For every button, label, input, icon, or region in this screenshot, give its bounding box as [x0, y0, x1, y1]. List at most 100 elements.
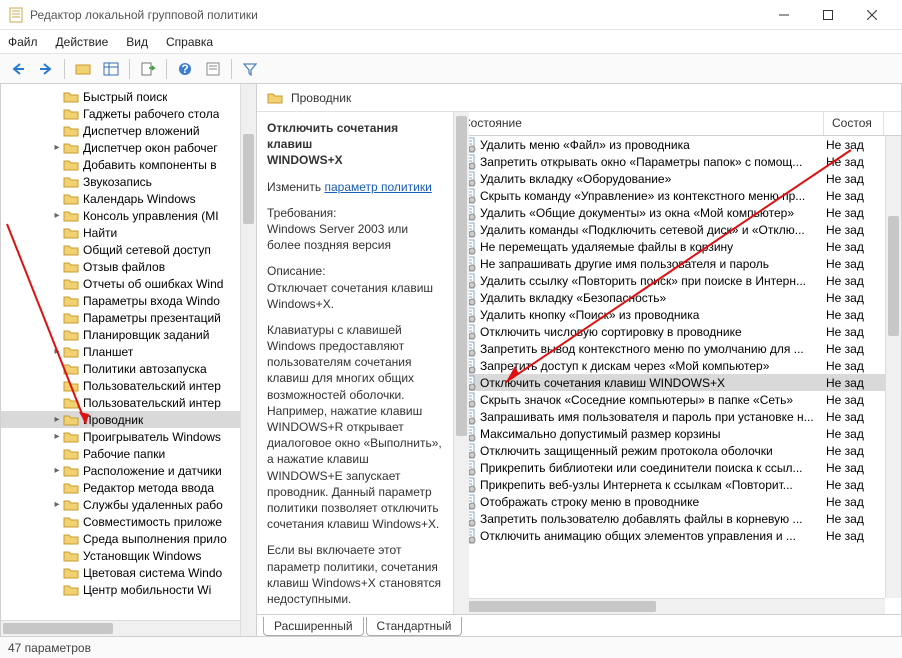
tree-item[interactable]: ▸Проводник [1, 411, 256, 428]
tree-item[interactable]: Политики автозапуска [1, 360, 256, 377]
filter-button[interactable] [238, 57, 262, 81]
tree-item[interactable]: Общий сетевой доступ [1, 241, 256, 258]
list-row[interactable]: Скрыть команду «Управление» из контекстн… [454, 187, 901, 204]
list-row[interactable]: Отключить защищенный режим протокола обо… [454, 442, 901, 459]
expander-icon[interactable]: ▸ [51, 210, 63, 221]
tree-item[interactable]: Цветовая система Windo [1, 564, 256, 581]
expander-icon[interactable]: ▸ [51, 346, 63, 357]
tree-item[interactable]: ▸Проигрыватель Windows [1, 428, 256, 445]
list-row-label: Удалить вкладку «Оборудование» [480, 172, 826, 186]
list-row[interactable]: Удалить вкладку «Безопасность»Не зад [454, 289, 901, 306]
column-state[interactable]: Состояние [454, 112, 824, 135]
expander-icon[interactable]: ▸ [51, 414, 63, 425]
back-button[interactable] [6, 57, 30, 81]
tree-item-label: Расположение и датчики [83, 464, 222, 478]
tree-item[interactable]: Среда выполнения прило [1, 530, 256, 547]
tree-item[interactable]: Календарь Windows [1, 190, 256, 207]
tree-item[interactable]: Параметры презентаций [1, 309, 256, 326]
close-button[interactable] [850, 1, 894, 29]
tree-item[interactable]: Быстрый поиск [1, 88, 256, 105]
tree-item[interactable]: ▸Диспетчер окон рабочег [1, 139, 256, 156]
list-row[interactable]: Отключить числовую сортировку в проводни… [454, 323, 901, 340]
tree-hscrollbar[interactable] [1, 620, 240, 636]
list-hscrollbar[interactable] [454, 598, 885, 614]
list-row[interactable]: Прикрепить веб-узлы Интернета к ссылкам … [454, 476, 901, 493]
tree-item[interactable]: Параметры входа Windo [1, 292, 256, 309]
list-row[interactable]: Удалить вкладку «Оборудование»Не зад [454, 170, 901, 187]
help-button[interactable]: ? [173, 57, 197, 81]
list-row[interactable]: Запретить доступ к дискам через «Мой ком… [454, 357, 901, 374]
list-row[interactable]: Отображать строку меню в проводникеНе за… [454, 493, 901, 510]
list-row-state: Не зад [826, 410, 886, 424]
tree-item[interactable]: ▸Консоль управления (MI [1, 207, 256, 224]
tree-item[interactable]: Диспетчер вложений [1, 122, 256, 139]
list-row-state: Не зад [826, 427, 886, 441]
expander-icon[interactable]: ▸ [51, 431, 63, 442]
menu-help[interactable]: Справка [166, 35, 213, 49]
list-row[interactable]: Запретить пользователю добавлять файлы в… [454, 510, 901, 527]
list-row[interactable]: Прикрепить библиотеки или соединители по… [454, 459, 901, 476]
list-rows[interactable]: Удалить меню «Файл» из проводникаНе задЗ… [454, 136, 901, 614]
tree-item[interactable]: Отзыв файлов [1, 258, 256, 275]
menu-action[interactable]: Действие [56, 35, 109, 49]
list-row[interactable]: Запрашивать имя пользователя и пароль пр… [454, 408, 901, 425]
list-row[interactable]: Удалить «Общие документы» из окна «Мой к… [454, 204, 901, 221]
list-scrollbar[interactable] [885, 136, 901, 598]
expander-icon[interactable]: ▸ [51, 142, 63, 153]
tree-item[interactable]: Планировщик заданий [1, 326, 256, 343]
tree-item[interactable]: Добавить компоненты в [1, 156, 256, 173]
tree-item[interactable]: Рабочие папки [1, 445, 256, 462]
menu-file[interactable]: Файл [8, 35, 38, 49]
list-row[interactable]: Запретить открывать окно «Параметры папо… [454, 153, 901, 170]
export-button[interactable] [136, 57, 160, 81]
tree-item[interactable]: Совместимость приложе [1, 513, 256, 530]
tab-extended[interactable]: Расширенный [263, 617, 364, 636]
tree-item[interactable]: Редактор метода ввода [1, 479, 256, 496]
column-status[interactable]: Состоя [824, 112, 884, 135]
tree-item-label: Политики автозапуска [83, 362, 207, 376]
desc-scrollbar[interactable] [453, 112, 469, 614]
tree-item[interactable]: Установщик Windows [1, 547, 256, 564]
policy-tree[interactable]: Быстрый поискГаджеты рабочего столаДиспе… [1, 84, 256, 636]
tree-item[interactable]: Центр мобильности Wi [1, 581, 256, 598]
tree-item[interactable]: Звукозапись [1, 173, 256, 190]
requirements-text: Windows Server 2003 или более поздняя ве… [267, 222, 408, 252]
list-row[interactable]: Максимально допустимый размер корзиныНе … [454, 425, 901, 442]
tree-item[interactable]: Гаджеты рабочего стола [1, 105, 256, 122]
list-row[interactable]: Удалить кнопку «Поиск» из проводникаНе з… [454, 306, 901, 323]
list-row[interactable]: Скрыть значок «Соседние компьютеры» в па… [454, 391, 901, 408]
minimize-button[interactable] [762, 1, 806, 29]
expander-icon[interactable]: ▸ [51, 465, 63, 476]
tree-item[interactable]: ▸Планшет [1, 343, 256, 360]
detail-header-title: Проводник [291, 91, 351, 105]
properties-button[interactable] [201, 57, 225, 81]
tree-item[interactable]: Пользовательский интер [1, 377, 256, 394]
list-row[interactable]: Отключить анимацию общих элементов управ… [454, 527, 901, 544]
list-row-label: Отключить сочетания клавиш WINDOWS+X [480, 376, 826, 390]
menu-view[interactable]: Вид [126, 35, 148, 49]
expander-icon[interactable]: ▸ [51, 499, 63, 510]
tab-standard[interactable]: Стандартный [366, 617, 463, 636]
list-row[interactable]: Запретить вывод контекстного меню по умо… [454, 340, 901, 357]
edit-policy-link[interactable]: параметр политики [324, 180, 431, 194]
tree-item[interactable]: ▸ Расположение и датчики [1, 462, 256, 479]
tree-item[interactable]: ▸Службы удаленных рабо [1, 496, 256, 513]
forward-button[interactable] [34, 57, 58, 81]
list-row[interactable]: Не запрашивать другие имя пользователя и… [454, 255, 901, 272]
list-row[interactable]: Удалить меню «Файл» из проводникаНе зад [454, 136, 901, 153]
folder-tree-button[interactable] [71, 57, 95, 81]
tree-item[interactable]: Отчеты об ошибках Wind [1, 275, 256, 292]
list-row-label: Не перемещать удаляемые файлы в корзину [480, 240, 826, 254]
list-row[interactable]: Отключить сочетания клавиш WINDOWS+XНе з… [454, 374, 901, 391]
list-row[interactable]: Удалить ссылку «Повторить поиск» при пои… [454, 272, 901, 289]
tree-item[interactable]: Найти [1, 224, 256, 241]
list-row-state: Не зад [826, 359, 886, 373]
list-row[interactable]: Не перемещать удаляемые файлы в корзинуН… [454, 238, 901, 255]
folder-icon [63, 260, 79, 274]
list-row[interactable]: Удалить команды «Подключить сетевой диск… [454, 221, 901, 238]
tree-scrollbar[interactable] [240, 84, 256, 636]
tree-item[interactable]: Пользовательский интер [1, 394, 256, 411]
folder-icon [63, 447, 79, 461]
details-button[interactable] [99, 57, 123, 81]
maximize-button[interactable] [806, 1, 850, 29]
